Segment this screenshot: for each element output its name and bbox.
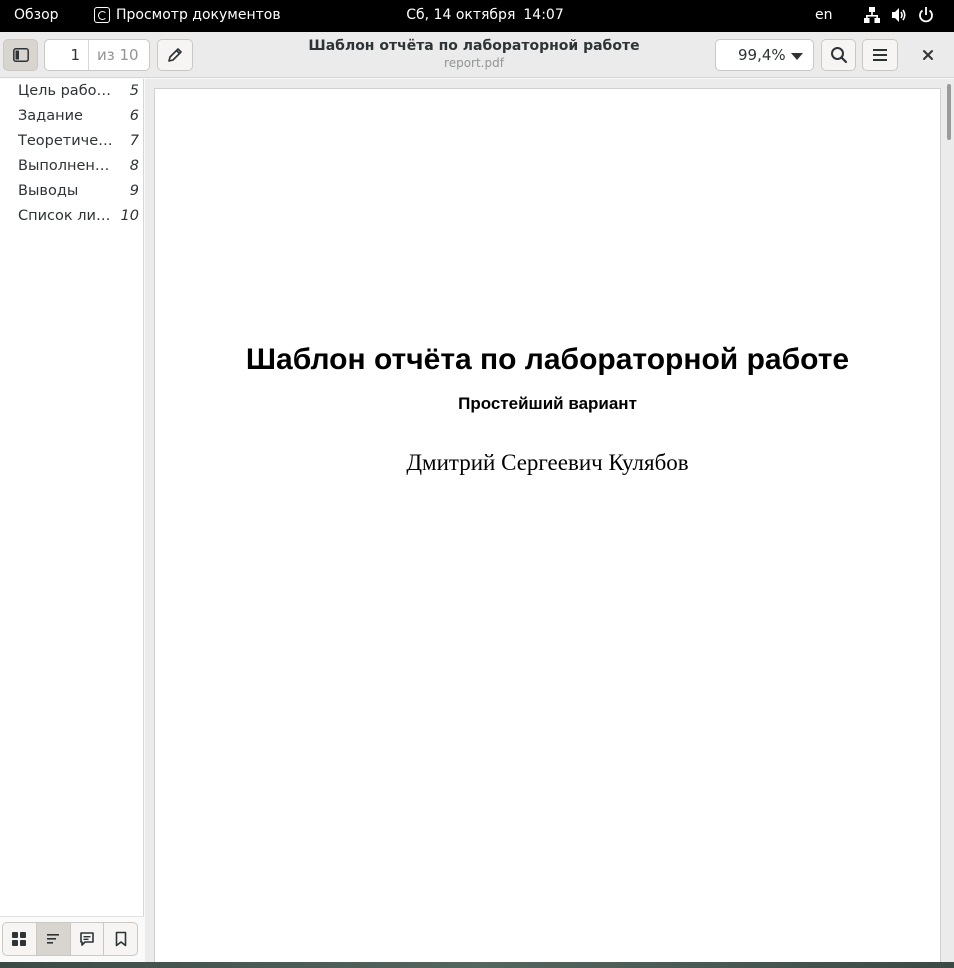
sidebar-toggle-button[interactable] [3,39,38,71]
close-icon [923,50,933,60]
power-icon [919,7,933,23]
keyboard-layout-indicator[interactable]: en [815,7,833,23]
zoom-value: 99,4% [738,46,786,64]
search-button[interactable] [821,39,856,71]
sidebar-icon [12,48,29,62]
outline-item-label: Выводы [18,183,79,199]
outline-item-page: 8 [129,158,139,174]
main-menu-button[interactable] [862,39,898,71]
outline-item[interactable]: Цель работы 5 [0,80,143,105]
annotate-button[interactable] [157,39,193,71]
document-page-author: Дмитрий Сергеевич Кулябов [406,450,689,475]
thumbnails-grid-icon [12,932,27,946]
outline-item-label: Цель работы [18,83,116,99]
outline-item-label: Теоретическое введение [18,133,116,149]
current-page-input[interactable]: 1 [45,40,89,70]
volume-icon [892,8,906,22]
tab-thumbnails[interactable] [3,923,37,955]
outline-item-page: 9 [129,183,139,199]
desktop-background [0,962,954,968]
pencil-icon [168,48,182,62]
document-viewer-window: 1 из 10 Шаблон отчёта по лабораторной ра… [0,32,954,962]
total-pages-label: из 10 [97,46,139,64]
outline-item-page: 6 [129,108,139,124]
outline-item[interactable]: Задание 6 [0,105,143,130]
outline-item[interactable]: Выводы 9 [0,180,143,205]
outline-item-page: 10 [120,208,139,224]
tab-outline[interactable] [36,923,71,955]
document-view[interactable]: Шаблон отчёта по лабораторной работе Про… [145,79,954,962]
clock[interactable]: Сб, 14 октября 14:07 [0,7,954,23]
tab-bookmarks[interactable] [104,923,137,955]
outline-item-page: 5 [129,83,139,99]
search-icon [830,47,847,64]
close-window-button[interactable] [911,39,945,71]
outline-list-icon [47,934,60,944]
sidebar: Цель работы 5 Задание 6 Теоретическое вв… [0,79,144,962]
outline-item[interactable]: Выполнение лабораторной работы 8 [0,155,143,180]
outline-item-label: Выполнение лабораторной работы [18,158,116,174]
clock-time: 14:07 [523,7,564,23]
hamburger-menu-icon [873,49,887,61]
document-page-subtitle: Простейший вариант [458,394,637,413]
network-icon [864,7,880,23]
document-outline: Цель работы 5 Задание 6 Теоретическое вв… [0,80,143,230]
annotations-comment-icon [80,932,94,946]
outline-item-page: 7 [129,133,139,149]
outline-item[interactable]: Список литературы 10 [0,205,143,230]
outline-item[interactable]: Теоретическое введение 7 [0,130,143,155]
header-bar: 1 из 10 Шаблон отчёта по лабораторной ра… [0,32,954,78]
system-tray[interactable] [864,6,934,24]
clock-date: Сб, 14 октября [406,7,516,23]
document-page: Шаблон отчёта по лабораторной работе Про… [154,88,941,962]
document-title-label: Шаблон отчёта по лабораторной работе [308,38,640,54]
zoom-selector[interactable]: 99,4% [715,39,814,71]
tab-annotations[interactable] [71,923,105,955]
document-page-title: Шаблон отчёта по лабораторной работе [245,343,850,376]
vertical-scrollbar[interactable] [947,84,951,140]
bookmark-icon [115,931,126,947]
outline-item-label: Задание [18,108,83,124]
page-number-entry[interactable]: 1 из 10 [44,39,150,71]
document-filename-label: report.pdf [444,56,504,70]
system-top-bar: Обзор Просмотр документов Сб, 14 октября… [0,0,954,32]
outline-item-label: Список литературы [18,208,116,224]
sidebar-tabs [0,916,144,962]
window-title: Шаблон отчёта по лабораторной работе rep… [230,38,718,70]
dropdown-arrow-icon [791,53,803,60]
